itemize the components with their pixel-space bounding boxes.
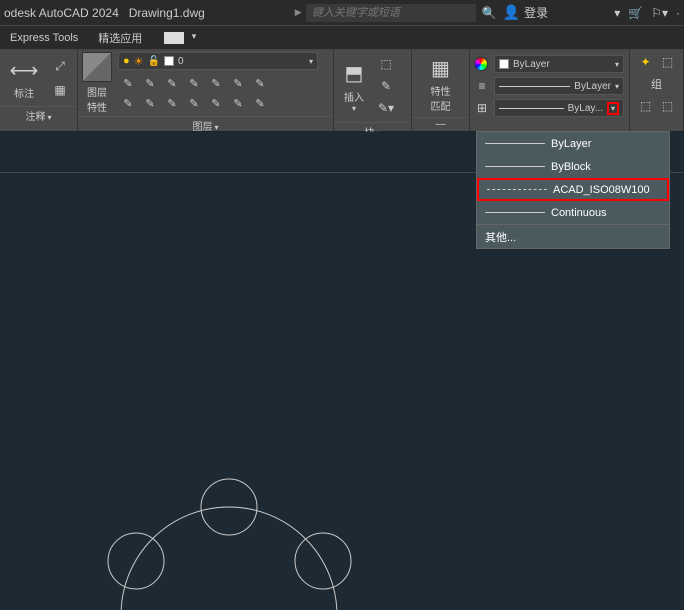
line-preview-icon	[485, 166, 545, 167]
lineweight-icon[interactable]: ≡	[472, 76, 492, 96]
chevron-down-icon: ▾	[607, 102, 619, 115]
layer-tool-3[interactable]: ✎	[162, 74, 182, 92]
sun-icon: ☀	[134, 55, 144, 68]
layer-name: 0	[178, 56, 309, 67]
chevron-down-icon: ▾	[309, 57, 313, 66]
tab-featured-apps[interactable]: 精选应用	[88, 26, 152, 50]
lineweight-dropdown[interactable]: ByLayer ▾	[494, 77, 624, 95]
block-tool-3[interactable]: ✎▾	[376, 98, 396, 118]
layer-tool-8[interactable]: ✎	[118, 94, 138, 112]
bulb-icon: ●	[123, 55, 130, 67]
layer-tool-12[interactable]: ✎	[206, 94, 226, 112]
chevron-down-icon: ▾	[615, 82, 619, 91]
group-icon-3[interactable]: ⬚	[636, 96, 656, 116]
group-icon-2[interactable]: ⬚	[658, 52, 678, 72]
line-preview-dashed-icon	[487, 189, 547, 190]
annotation-panel: ⟷ 标注 ⤢ ▦ 注释▾	[0, 50, 78, 131]
layer-properties-label: 图层 特性	[87, 84, 107, 114]
linetype-option-other[interactable]: 其他...	[477, 225, 669, 248]
linetype-option-continuous[interactable]: Continuous	[477, 201, 669, 224]
line-preview-icon	[485, 212, 545, 213]
chevron-down-icon: ▾	[615, 60, 619, 69]
bylayer-panel: ByLayer ▾ ≡ ByLayer ▾ ⊞ ByLay... ▾	[470, 50, 630, 131]
layer-tool-10[interactable]: ✎	[162, 94, 182, 112]
properties-panel: ▦ 特性 匹配 —	[412, 50, 470, 131]
layer-tool-7[interactable]: ✎	[250, 74, 270, 92]
block-tool-2[interactable]: ✎	[376, 76, 396, 96]
login-dropdown-icon[interactable]: ▾	[614, 6, 620, 20]
leader-icon[interactable]: ⤢	[50, 57, 70, 77]
color-swatch	[164, 56, 174, 66]
match-properties-button[interactable]: ▦ 特性 匹配	[421, 52, 461, 115]
group-panel: ✦ ⬚ 组 ⬚ ⬚	[630, 50, 684, 131]
share-icon[interactable]: ⚐▾	[651, 6, 668, 20]
white-swatch	[499, 59, 509, 69]
line-preview	[499, 108, 564, 109]
layers-panel: 图层 特性 ● ☀ 🔓 0 ▾ ✎ ✎ ✎ ✎ ✎ ✎	[78, 50, 334, 131]
ribbon-expand-button[interactable]	[164, 32, 184, 44]
layer-tool-5[interactable]: ✎	[206, 74, 226, 92]
play-icon[interactable]: ▶	[295, 7, 302, 18]
ribbon-tabs: Express Tools 精选应用	[0, 26, 684, 50]
color-dropdown[interactable]: ByLayer ▾	[494, 55, 624, 73]
line-preview-icon	[485, 143, 545, 144]
group-icon-1[interactable]: ✦	[636, 52, 656, 72]
layer-properties-icon[interactable]	[82, 52, 112, 82]
table-icon[interactable]: ▦	[50, 80, 70, 100]
more-icon[interactable]: ·	[676, 6, 680, 20]
insert-button[interactable]: ⬒ 插入 ▾	[334, 50, 374, 122]
layer-tool-1[interactable]: ✎	[118, 74, 138, 92]
linetype-option-acad-iso08w100[interactable]: ACAD_ISO08W100	[477, 178, 669, 201]
block-tool-1[interactable]: ⬚	[376, 54, 396, 74]
layer-dropdown[interactable]: ● ☀ 🔓 0 ▾	[118, 52, 318, 70]
linetype-icon[interactable]: ⊞	[472, 98, 492, 118]
linetype-dropdown[interactable]: ByLay... ▾	[494, 99, 624, 117]
group-icon-4[interactable]: ⬚	[658, 96, 678, 116]
layer-tool-14[interactable]: ✎	[250, 94, 270, 112]
layer-tool-6[interactable]: ✎	[228, 74, 248, 92]
tab-express-tools[interactable]: Express Tools	[0, 28, 88, 48]
cart-icon[interactable]: 🛒	[628, 6, 643, 20]
blocks-panel: ⬒ 插入 ▾ ⬚ ✎ ✎▾ 块▾	[334, 50, 412, 131]
layer-tool-11[interactable]: ✎	[184, 94, 204, 112]
line-preview	[499, 86, 570, 87]
linetype-option-byblock[interactable]: ByBlock	[477, 155, 669, 178]
layer-tool-2[interactable]: ✎	[140, 74, 160, 92]
user-icon[interactable]: 👤	[503, 4, 520, 21]
document-title: Drawing1.dwg	[129, 6, 205, 20]
ribbon: ⟷ 标注 ⤢ ▦ 注释▾ 图层 特性 ● ☀ 🔓	[0, 50, 684, 132]
dimension-button[interactable]: ⟷ 标注	[4, 54, 44, 102]
layer-tool-9[interactable]: ✎	[140, 94, 160, 112]
props-panel-label: —	[412, 117, 469, 131]
lock-icon: 🔓	[148, 56, 160, 67]
login-link[interactable]: 登录	[524, 4, 548, 21]
layer-tool-13[interactable]: ✎	[228, 94, 248, 112]
search-input[interactable]	[306, 4, 476, 22]
app-title: odesk AutoCAD 2024	[4, 6, 119, 20]
color-icon[interactable]	[472, 54, 492, 74]
linetype-dropdown-menu: ByLayer ByBlock ACAD_ISO08W100 Continuou…	[476, 131, 670, 249]
annotation-panel-label[interactable]: 注释▾	[0, 106, 77, 124]
layer-tool-4[interactable]: ✎	[184, 74, 204, 92]
search-icon[interactable]: 🔍	[482, 6, 497, 20]
title-bar: odesk AutoCAD 2024 Drawing1.dwg ▶ 🔍 👤 登录…	[0, 0, 684, 26]
linetype-option-bylayer[interactable]: ByLayer	[477, 132, 669, 155]
